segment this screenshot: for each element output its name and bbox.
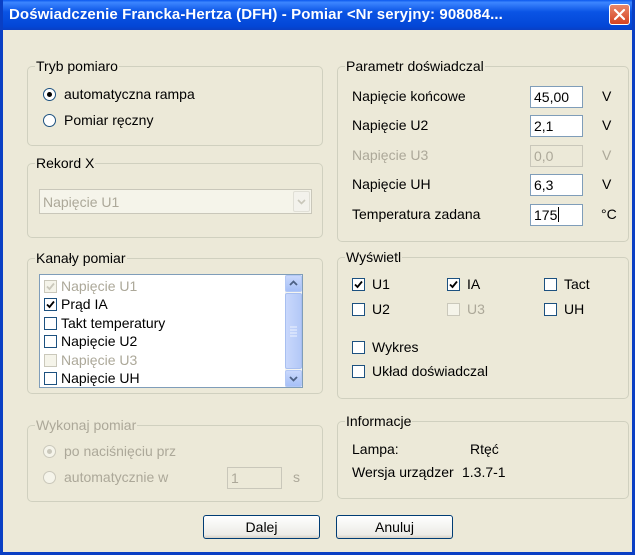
channel-uh-checkbox[interactable] [44, 372, 57, 385]
interval-unit: s [293, 469, 300, 485]
radio-manual-measurement-label: Pomiar ręczny [64, 112, 154, 128]
chevron-down-icon [297, 199, 306, 205]
parameters-legend: Parametr doświadczal [345, 58, 485, 74]
channel-ia-label: Prąd IA [61, 296, 108, 312]
display-ia-checkbox[interactable] [447, 278, 460, 291]
radio-automatic-ramp-label: automatyczna rampa [64, 86, 195, 102]
param-uh-input[interactable]: 6,3 [530, 174, 583, 196]
channel-u1-label: Napięcie U1 [61, 278, 138, 294]
radio-automatic-ramp[interactable] [43, 88, 56, 101]
checkmark-icon [46, 300, 55, 309]
record-x-select[interactable]: Napięcie U1 [39, 189, 312, 214]
radio-manual-measurement[interactable] [43, 114, 56, 127]
grip-icon [290, 326, 297, 337]
chevron-up-icon [289, 280, 298, 286]
param-uh-unit: V [602, 176, 612, 192]
measurement-mode-group: Tryb pomiaro automatyczna rampa Pomiar r… [27, 58, 323, 146]
execute-legend: Wykonaj pomiar [35, 417, 138, 433]
checkmark-icon [449, 280, 458, 289]
channels-listbox[interactable]: Napięcie U1 Prąd IA Takt temperatury Nap… [39, 274, 303, 388]
param-final-voltage-unit: V [602, 88, 612, 104]
param-u3-input[interactable]: 0,0 [530, 145, 583, 167]
display-u2-label: U2 [372, 301, 390, 317]
scroll-up-button[interactable] [285, 275, 302, 292]
radio-on-button-press-label: po naciśnięciu prz [64, 443, 177, 459]
record-x-dropdown-button[interactable] [293, 191, 310, 212]
param-u2-label: Napięcie U2 [352, 117, 429, 133]
channels-scrollbar[interactable] [285, 275, 302, 387]
param-u2-unit: V [602, 117, 612, 133]
measurement-mode-legend: Tryb pomiaro [35, 58, 119, 74]
channel-u2-checkbox[interactable] [44, 335, 57, 348]
execute-group: Wykonaj pomiar po naciśnięciu prz automa… [27, 417, 323, 502]
param-uh-label: Napięcie UH [352, 176, 431, 192]
channel-temperature-checkbox[interactable] [44, 317, 57, 330]
text-caret [558, 207, 560, 222]
info-version-value: 1.3.7-1 [462, 464, 506, 480]
info-lamp-label: Lampa: [352, 441, 399, 457]
chevron-down-icon [289, 376, 298, 382]
info-group: Informacje Lampa: Rtęć Wersja urządzer 1… [337, 413, 629, 499]
display-tact-label: Tact [564, 276, 590, 292]
param-final-voltage-label: Napięcie końcowe [352, 88, 466, 104]
title-bar[interactable]: Doświadczenie Francka-Hertza (DFH) - Pom… [3, 0, 632, 30]
radio-automatic-interval-label: automatycznie w [64, 469, 169, 485]
channel-u3-checkbox[interactable] [44, 354, 57, 367]
param-temperature-value: 175 [534, 207, 558, 223]
display-setup-checkbox[interactable] [352, 365, 365, 378]
display-uh-label: UH [564, 301, 585, 317]
channel-u2-label: Napięcie U2 [61, 333, 138, 349]
record-x-group: Rekord X Napięcie U1 [27, 155, 323, 238]
dialog-window: Doświadczenie Francka-Hertza (DFH) - Pom… [0, 0, 635, 555]
channel-u1-checkbox[interactable] [44, 280, 57, 293]
param-u2-input[interactable]: 2,1 [530, 115, 583, 137]
checkmark-icon [354, 280, 363, 289]
display-u1-checkbox[interactable] [352, 278, 365, 291]
channel-uh-label: Napięcie UH [61, 370, 140, 386]
display-u2-checkbox[interactable] [352, 303, 365, 316]
param-temperature-label: Temperatura zadana [352, 206, 481, 222]
close-button[interactable] [609, 4, 630, 25]
param-u3-label: Napięcie U3 [352, 147, 429, 163]
scroll-thumb[interactable] [285, 293, 302, 369]
param-temperature-input[interactable]: 175 [530, 204, 583, 226]
display-tact-checkbox[interactable] [544, 278, 557, 291]
display-legend: Wyświetl [345, 249, 403, 265]
channels-group: Kanały pomiar Napięcie U1 Prąd IA Takt t… [27, 250, 323, 394]
scroll-down-button[interactable] [285, 370, 302, 387]
record-x-legend: Rekord X [35, 155, 96, 171]
cancel-button[interactable]: Anuluj [336, 515, 453, 539]
radio-automatic-interval[interactable] [43, 471, 56, 484]
channel-temperature-label: Takt temperatury [61, 315, 166, 331]
display-u3-checkbox[interactable] [447, 303, 460, 316]
display-chart-checkbox[interactable] [352, 341, 365, 354]
window-title: Doświadczenie Francka-Hertza (DFH) - Pom… [9, 6, 503, 23]
channel-u3-label: Napięcie U3 [61, 352, 138, 368]
info-legend: Informacje [345, 413, 413, 429]
record-x-select-value: Napięcie U1 [43, 194, 120, 210]
channel-ia-checkbox[interactable] [44, 298, 57, 311]
info-lamp-value: Rtęć [470, 441, 499, 457]
next-button[interactable]: Dalej [203, 515, 320, 539]
display-setup-label: Układ doświadczal [372, 363, 488, 379]
interval-input[interactable]: 1 [227, 467, 282, 489]
display-uh-checkbox[interactable] [544, 303, 557, 316]
display-u1-label: U1 [372, 276, 390, 292]
info-version-label: Wersja urządzer [352, 464, 454, 480]
radio-on-button-press[interactable] [43, 445, 56, 458]
display-ia-label: IA [467, 276, 481, 292]
param-u3-unit: V [602, 147, 612, 163]
channels-legend: Kanały pomiar [35, 250, 127, 266]
parameters-group: Parametr doświadczal Napięcie końcowe 45… [337, 58, 629, 242]
display-group: Wyświetl U1 IA Tact U2 U3 UH Wykres Ukła… [337, 249, 629, 399]
display-chart-label: Wykres [372, 339, 419, 355]
close-icon [613, 8, 626, 21]
param-final-voltage-input[interactable]: 45,00 [530, 86, 583, 108]
display-u3-label: U3 [467, 301, 485, 317]
param-temperature-unit: °C [601, 206, 617, 222]
checkmark-icon [46, 282, 55, 291]
